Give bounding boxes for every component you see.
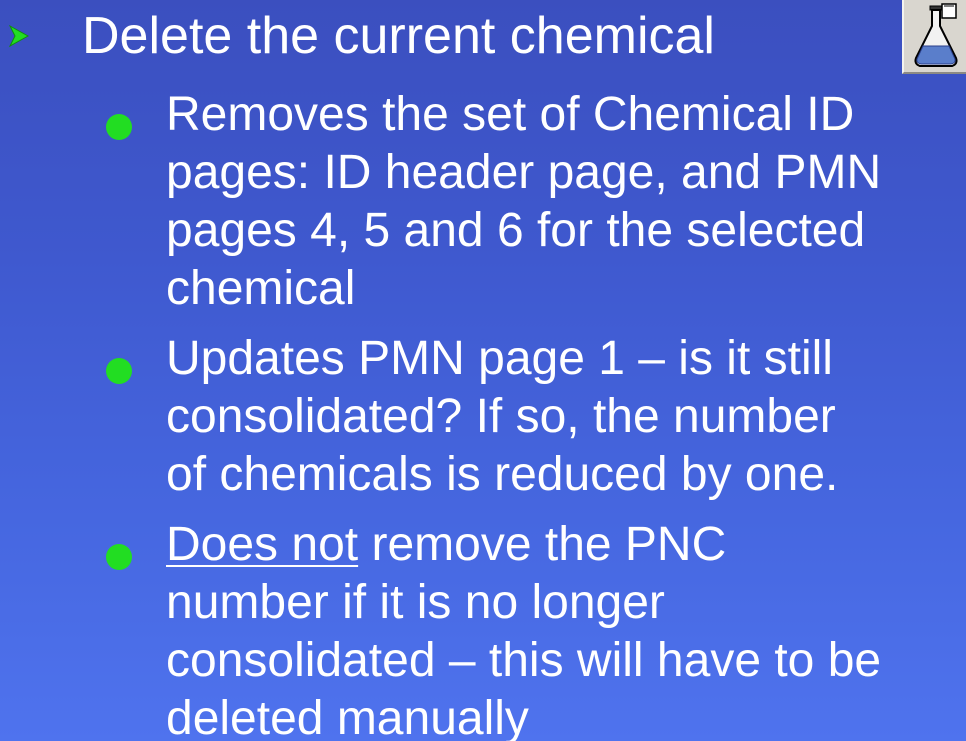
slide: Delete the current chemical Removes the … — [0, 0, 966, 741]
sub-bullet-list: Removes the set of Chemical ID pages: ID… — [0, 0, 966, 741]
underlined-phrase: Does not — [166, 518, 359, 571]
bullet-dot-icon — [106, 114, 132, 140]
sub-bullet-text: Does not remove the PNC number if it is … — [166, 516, 966, 741]
bullet-dot-icon — [106, 358, 132, 384]
sub-bullet-text: Removes the set of Chemical ID pages: ID… — [166, 88, 882, 315]
sub-bullet-text: Updates PMN page 1 – is it still consoli… — [166, 332, 839, 501]
bullet-dot-icon — [106, 544, 132, 570]
